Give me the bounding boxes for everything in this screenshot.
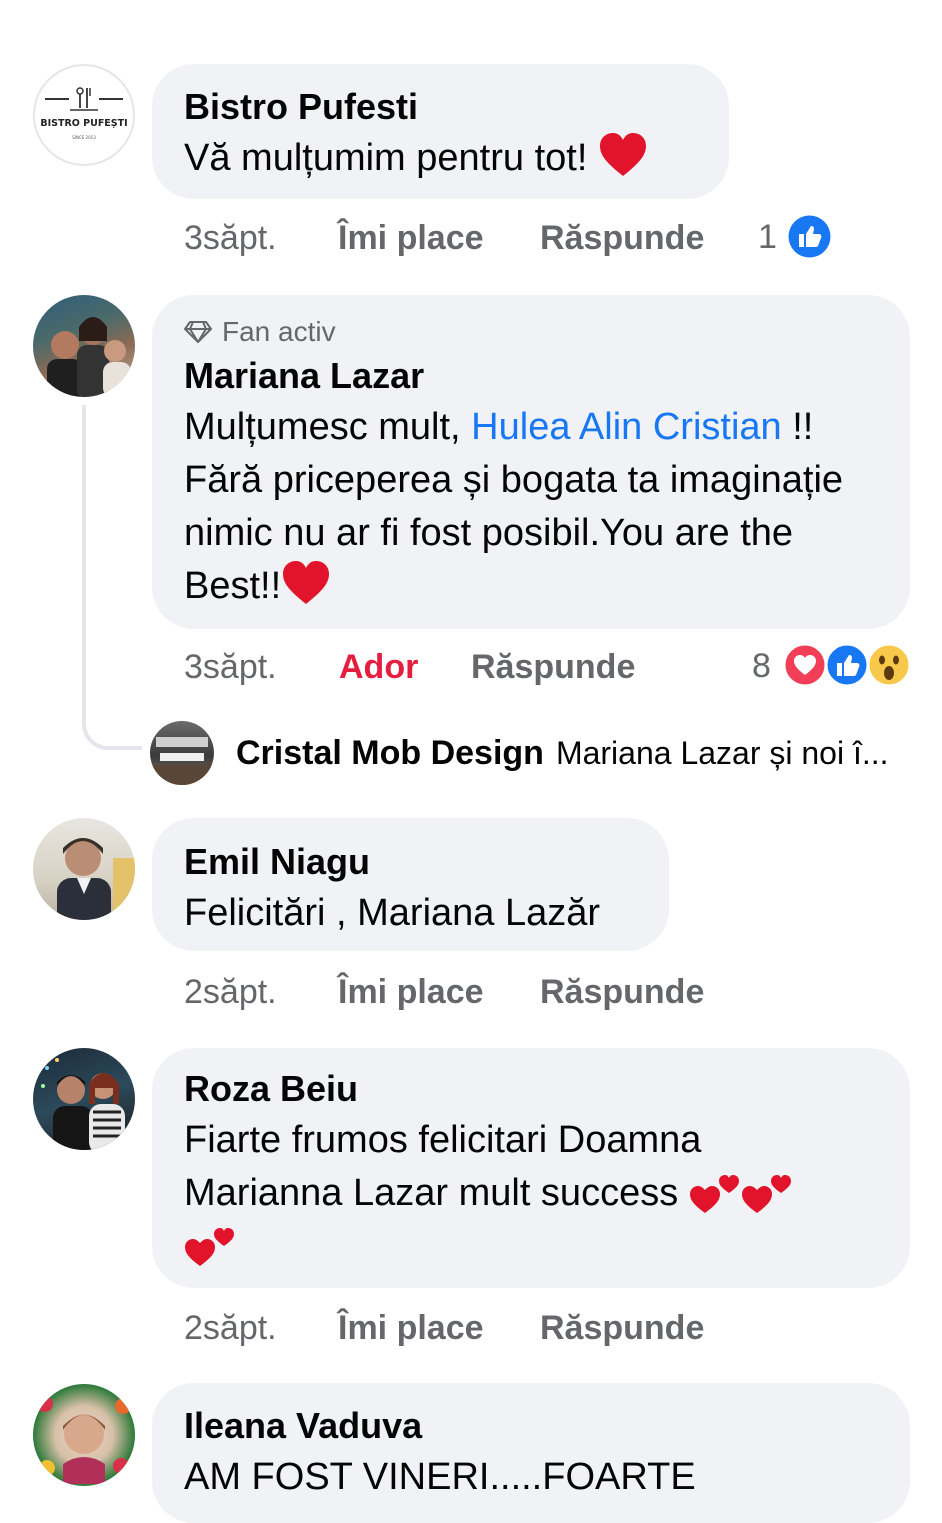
mention-link[interactable]: Hulea Alin Cristian xyxy=(471,406,781,448)
two-hearts-emoji xyxy=(185,1228,234,1266)
comment-author[interactable]: Roza Beiu xyxy=(184,1064,878,1114)
fan-badge: Fan activ xyxy=(184,315,878,349)
reply-button[interactable]: Răspunde xyxy=(540,1309,704,1348)
avatar-photo-icon xyxy=(47,317,131,397)
reply-preview[interactable]: Cristal Mob Design Mariana Lazar și noi … xyxy=(150,720,889,786)
reaction-count[interactable]: 8 xyxy=(752,647,771,686)
avatar-photo-icon xyxy=(41,1058,125,1150)
avatar-roza-beiu[interactable] xyxy=(33,1048,135,1150)
like-thumb-icon xyxy=(824,642,870,688)
like-button[interactable]: Îmi place xyxy=(338,219,484,258)
reply-text: Mariana Lazar și noi î... xyxy=(555,734,889,771)
like-button[interactable]: Îmi place xyxy=(338,973,484,1012)
comment-bubble: Emil Niagu Felicitări , Mariana Lazăr xyxy=(152,818,669,951)
comment-text: Fiarte frumos felicitari Doamna Marianna… xyxy=(184,1114,878,1287)
svg-text:SINCE 2013: SINCE 2013 xyxy=(72,135,96,140)
comment-text-content: Vă mulțumim pentru tot! xyxy=(184,137,588,179)
comment-bubble: Fan activ Mariana Lazar Mulțumesc mult, … xyxy=(152,295,910,629)
comment-author[interactable]: Bistro Pufesti xyxy=(184,82,697,132)
reply-button[interactable]: Răspunde xyxy=(540,219,704,258)
avatar-ileana-vaduva[interactable] xyxy=(33,1384,135,1486)
wow-face-icon xyxy=(866,642,912,688)
reply-button[interactable]: Răspunde xyxy=(471,648,635,687)
comment-text-line: Fiarte frumos felicitari Doamna xyxy=(184,1119,702,1161)
red-heart-emoji xyxy=(599,133,646,176)
comment-text: Mulțumesc mult, Hulea Alin Cristian !! F… xyxy=(184,401,884,613)
reply-button[interactable]: Răspunde xyxy=(540,973,704,1012)
comment-time[interactable]: 3săpt. xyxy=(184,648,277,687)
fan-badge-label: Fan activ xyxy=(222,316,336,347)
comment-text-content: Mulțumesc mult, xyxy=(184,406,472,448)
comment-author[interactable]: Ileana Vaduva xyxy=(184,1401,878,1451)
comment-text-line: Marianna Lazar mult success xyxy=(184,1167,878,1220)
comment-bubble: Bistro Pufesti Vă mulțumim pentru tot! xyxy=(152,64,729,199)
avatar-bistro-pufesti[interactable]: BISTRO PUFEȘTI SINCE 2013 xyxy=(33,64,135,166)
comment-author[interactable]: Mariana Lazar xyxy=(184,351,878,401)
comment-text: Vă mulțumim pentru tot! xyxy=(184,132,697,185)
comment-time[interactable]: 2săpt. xyxy=(184,1309,277,1348)
comment-time[interactable]: 2săpt. xyxy=(184,973,277,1012)
avatar-photo-icon xyxy=(57,838,135,920)
avatar-cristal-mob-design xyxy=(150,721,214,785)
comment-bubble: Roza Beiu Fiarte frumos felicitari Doamn… xyxy=(152,1048,910,1288)
svg-text:BISTRO PUFEȘTI: BISTRO PUFEȘTI xyxy=(40,118,127,129)
comment-author[interactable]: Emil Niagu xyxy=(184,837,637,887)
like-button[interactable]: Îmi place xyxy=(338,1309,484,1348)
diamond-badge-icon xyxy=(184,321,212,343)
comment-text-line xyxy=(184,1220,878,1287)
reaction-count[interactable]: 1 xyxy=(758,218,777,257)
love-button[interactable]: Ador xyxy=(339,648,418,687)
avatar-emil-niagu[interactable] xyxy=(33,818,135,920)
avatar-photo-icon xyxy=(150,737,214,785)
reaction-icons[interactable] xyxy=(782,642,912,688)
comment-time[interactable]: 3săpt. xyxy=(184,219,277,258)
comment-text: Felicitări , Mariana Lazăr xyxy=(184,892,601,934)
reply-thread-line xyxy=(82,405,142,750)
reply-author[interactable]: Cristal Mob Design xyxy=(236,734,544,773)
comment-text: AM FOST VINERI.....FOARTE xyxy=(184,1456,696,1498)
comment-text-content: Marianna Lazar mult success xyxy=(184,1172,679,1214)
red-heart-emoji xyxy=(283,561,330,604)
avatar-mariana-lazar[interactable] xyxy=(33,295,135,397)
comment-bubble: Ileana Vaduva AM FOST VINERI.....FOARTE xyxy=(152,1383,910,1523)
avatar-photo-icon xyxy=(37,1396,131,1484)
like-thumb-icon[interactable] xyxy=(788,215,831,258)
love-heart-icon xyxy=(782,642,828,688)
two-hearts-emoji xyxy=(689,1175,791,1213)
bistro-logo-icon: BISTRO PUFEȘTI SINCE 2013 xyxy=(40,87,128,140)
